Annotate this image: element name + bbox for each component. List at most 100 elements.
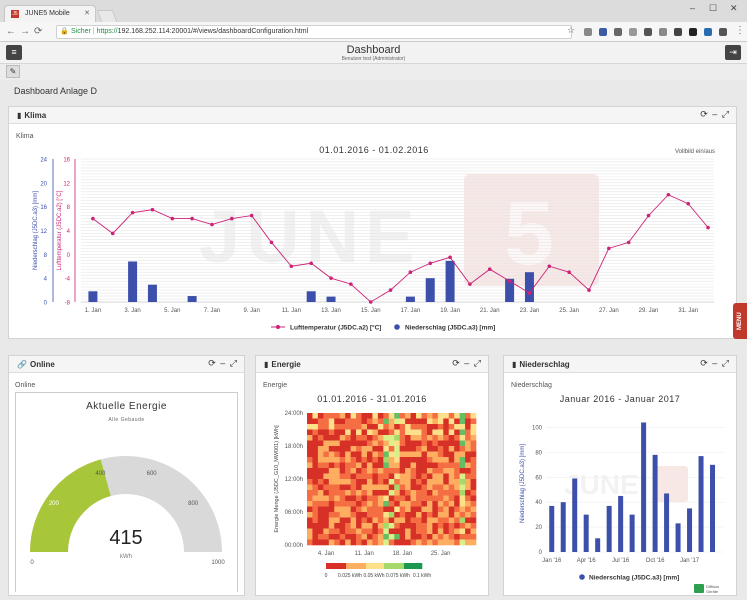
heatmap-cell [448,479,455,485]
heatmap-cell [323,440,330,447]
heatmap-cell [388,429,395,436]
heatmap-cell [426,484,433,491]
heatmap-cell [459,418,466,425]
heatmap-cell [323,473,330,480]
heatmap-cell [443,506,450,513]
color-scale-segment [354,563,357,569]
heatmap-cell [366,468,373,474]
y-tick-label: 40 [535,500,542,506]
heatmap-cell [405,512,411,518]
window-close-icon[interactable]: ✕ [730,3,738,14]
heatmap-cell [432,523,439,529]
heatmap-cell [312,462,319,469]
heatmap-cell [426,473,433,480]
tab-close-icon[interactable]: ✕ [84,6,90,21]
heatmap-cell [366,440,373,447]
extension-icon[interactable] [599,28,607,36]
heatmap-cell [448,490,455,496]
app-header: ≡ Dashboard Benutzer test (Administrator… [0,42,747,64]
heatmap-cell [459,468,466,474]
reload-icon[interactable]: ⟳ [34,26,42,37]
extension-icon[interactable] [629,28,637,36]
window-minimize-icon[interactable]: – [690,3,695,13]
extension-icon[interactable] [659,28,667,36]
heatmap-cell [443,451,450,458]
y-left-tick-label: 4 [44,277,48,283]
heatmap-cell [345,479,351,485]
gauge-title: Aktuelle Energie [86,401,167,412]
heatmap-cell [372,440,379,447]
heatmap-cell [399,495,406,502]
heatmap-cell [394,479,400,485]
heatmap-cell [405,506,411,513]
heatmap-cell [345,451,351,458]
extension-icon[interactable] [644,28,652,36]
heatmap-cell [426,506,433,513]
expand-icon[interactable]: ⤢ [230,358,238,368]
heatmap-cell [443,435,450,441]
heatmap-cell [366,484,373,491]
window-maximize-icon[interactable]: ☐ [709,3,717,14]
color-scale-segment [358,563,361,569]
extension-icon[interactable] [719,28,727,36]
extension-icon[interactable] [674,28,682,36]
extension-icon[interactable] [584,28,592,36]
new-tab-button[interactable] [96,10,118,22]
side-menu-tab[interactable]: MENU [733,303,747,339]
heatmap-cell [465,517,471,524]
heatmap-cell [410,539,417,546]
precipitation-bar [687,508,693,552]
minimize-icon[interactable]: – [464,358,470,368]
expand-icon[interactable]: ⤢ [474,358,482,368]
minimize-icon[interactable]: – [712,358,718,368]
refresh-icon[interactable]: ⟳ [208,358,217,368]
refresh-icon[interactable]: ⟳ [700,358,709,368]
heatmap-cell [432,413,439,419]
heatmap-cell [328,418,335,425]
heatmap-cell [405,446,411,452]
y-right-tick-label: -4 [65,277,71,283]
extension-icon[interactable] [689,28,697,36]
heatmap-cell [350,523,357,529]
extension-icon[interactable] [704,28,712,36]
heatmap-cell [405,528,411,535]
gauge-tick-label: 0 [30,560,34,566]
heatmap-cell [470,501,477,507]
refresh-icon[interactable]: ⟳ [452,358,461,368]
expand-icon[interactable]: ⤢ [722,358,730,368]
heatmap-cell [312,435,319,441]
heatmap-cell [334,413,341,419]
heatmap-cell [356,462,362,469]
heatmap-cell [312,457,319,463]
heatmap-cell [345,495,351,502]
heatmap-cell [339,429,346,436]
heatmap-cell [443,534,450,540]
chrome-menu-icon[interactable]: ⋮ [735,25,745,36]
temperature-point [309,261,313,266]
browser-tab[interactable]: J5 JUNE5 Mobile ✕ [4,5,96,22]
heatmap-cell [470,528,477,535]
refresh-icon[interactable]: ⟳ [700,109,709,119]
heatmap-cell [465,534,471,540]
heatmap-cell [356,468,362,474]
heatmap-cell [443,495,450,502]
extension-icon[interactable] [614,28,622,36]
heatmap-cell [366,523,373,529]
logout-icon[interactable]: ⇥ [725,45,741,60]
heatmap-cell [426,457,433,463]
bookmark-star-icon[interactable]: ☆ [567,25,575,36]
heatmap-cell [426,528,433,535]
minimize-icon[interactable]: – [220,358,226,368]
forward-icon[interactable]: → [20,26,30,37]
heatmap-cell [372,457,379,463]
edit-pencil-icon[interactable]: ✎ [6,65,20,78]
heatmap-cell [416,534,422,540]
heatmap-cell [432,457,439,463]
heatmap-cell [323,495,330,502]
minimize-icon[interactable]: – [712,109,718,119]
heatmap-cell [350,501,357,507]
url-input[interactable]: 🔒 Sicher | https://192.168.252.114:20001… [56,25,572,39]
expand-icon[interactable]: ⤢ [722,109,730,119]
heatmap-cell [421,457,428,463]
back-icon[interactable]: ← [6,26,16,37]
